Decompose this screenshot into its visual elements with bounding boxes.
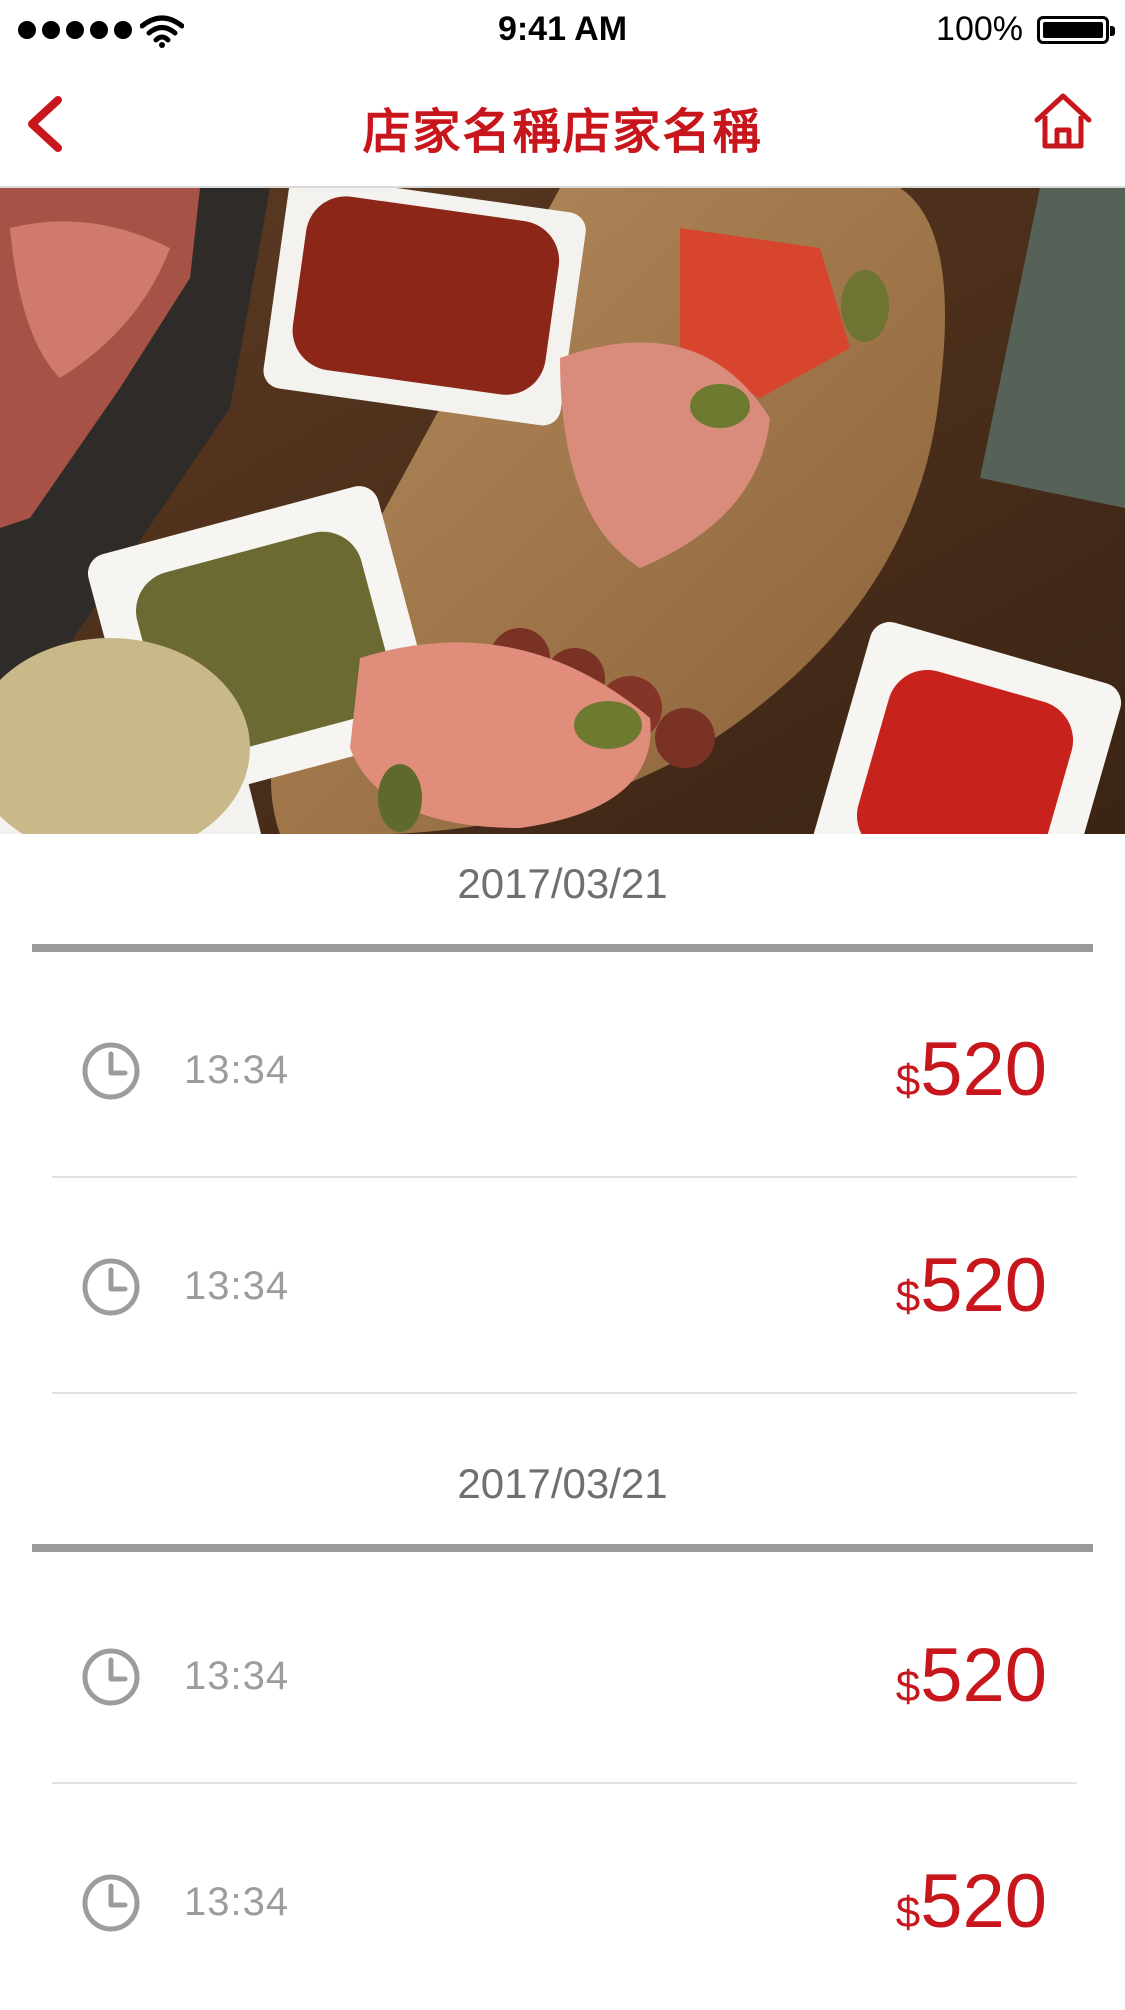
clock-icon — [82, 1874, 140, 1932]
transaction-amount: $520 — [896, 1242, 1047, 1329]
amount-value: 520 — [920, 1859, 1047, 1944]
back-button[interactable] — [18, 90, 78, 158]
battery-icon — [1037, 16, 1115, 44]
transaction-time: 13:34 — [184, 1048, 290, 1092]
clock-icon — [82, 1648, 140, 1706]
transaction-time: 13:34 — [184, 1264, 290, 1308]
date-group-header: 2017/03/21 — [32, 1434, 1093, 1552]
currency-symbol: $ — [895, 1056, 921, 1105]
currency-symbol: $ — [895, 1662, 921, 1711]
currency-symbol: $ — [895, 1888, 921, 1937]
transaction-amount: $520 — [896, 1632, 1047, 1719]
amount-value: 520 — [920, 1027, 1047, 1112]
amount-value: 520 — [920, 1633, 1047, 1718]
date-group-header: 2017/03/21 — [32, 834, 1093, 952]
home-button[interactable] — [1031, 90, 1095, 154]
clock-icon — [82, 1258, 140, 1316]
transaction-row[interactable]: 13:34 $520 — [52, 1570, 1077, 1784]
currency-symbol: $ — [895, 1272, 921, 1321]
date-label: 2017/03/21 — [457, 1460, 668, 1507]
battery-percentage: 100% — [936, 10, 1023, 48]
transaction-amount: $520 — [896, 1026, 1047, 1113]
page-title: 店家名稱店家名稱 — [362, 104, 763, 160]
amount-value: 520 — [920, 1243, 1047, 1328]
chevron-left-icon — [28, 96, 62, 152]
clock-icon — [82, 1042, 140, 1100]
status-bar: 9:41 AM 100% — [0, 0, 1125, 62]
transaction-row[interactable]: 13:34 $520 — [52, 1180, 1077, 1394]
transaction-amount: $520 — [896, 1858, 1047, 1945]
transaction-time: 13:34 — [184, 1880, 290, 1924]
transaction-time: 13:34 — [184, 1654, 290, 1698]
hero-food-image — [0, 188, 1125, 834]
navigation-bar: 店家名稱店家名稱 — [0, 62, 1125, 188]
divider — [32, 1544, 1093, 1552]
transaction-row[interactable]: 13:34 $520 — [52, 1796, 1077, 2010]
date-label: 2017/03/21 — [457, 860, 668, 907]
transaction-row[interactable]: 13:34 $520 — [52, 964, 1077, 1178]
divider — [32, 944, 1093, 952]
home-icon — [1034, 93, 1092, 149]
